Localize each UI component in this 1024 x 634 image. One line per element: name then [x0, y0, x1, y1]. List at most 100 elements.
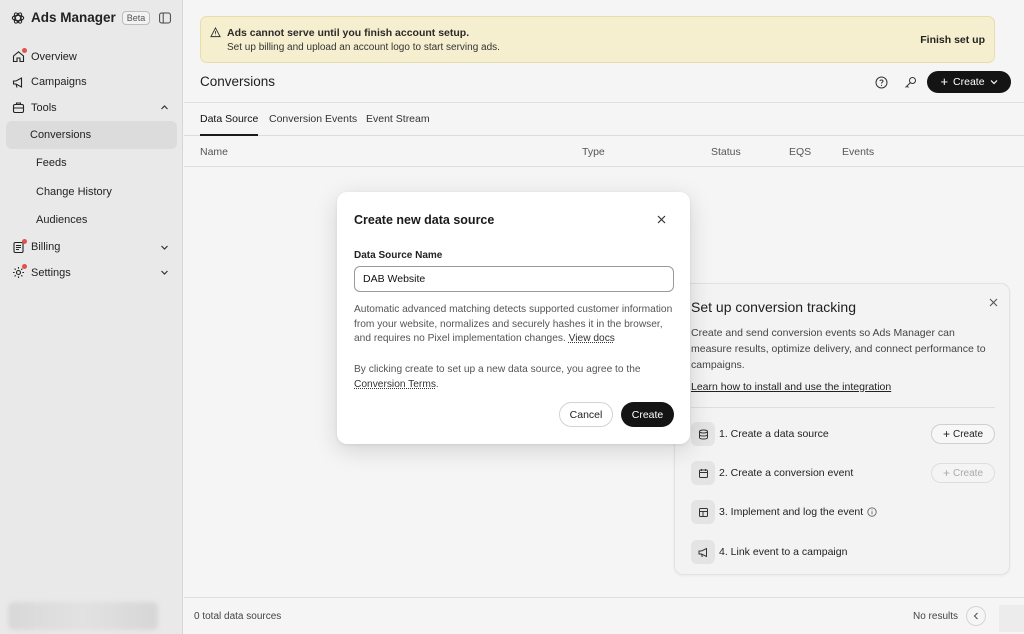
database-icon	[691, 422, 715, 446]
step-label: 4. Link event to a campaign	[719, 546, 848, 558]
brand-name: Ads Manager	[31, 10, 116, 25]
create-button[interactable]: Create	[621, 402, 674, 427]
tab-data-source[interactable]: Data Source	[200, 113, 259, 136]
table-footer: 0 total data sources No results	[184, 597, 1024, 634]
key-icon[interactable]	[904, 76, 917, 89]
sidebar-item-overview[interactable]: Overview	[0, 44, 183, 70]
briefcase-icon	[12, 101, 25, 114]
banner-subtitle: Set up billing and upload an account log…	[227, 42, 500, 53]
description-text: Automatic advanced matching detects supp…	[354, 304, 673, 344]
button-label: Create	[953, 467, 984, 479]
sidebar-item-label: Overview	[31, 50, 77, 63]
plus-icon: +	[942, 465, 950, 480]
next-page-button[interactable]	[999, 605, 1024, 632]
plus-icon: +	[940, 74, 949, 89]
account-switcher[interactable]	[8, 602, 158, 630]
info-icon[interactable]	[867, 507, 877, 517]
sidebar-toggle-icon[interactable]	[159, 12, 171, 24]
column-header-eqs[interactable]: EQS	[789, 146, 811, 158]
tab-conversion-events[interactable]: Conversion Events	[269, 113, 357, 125]
tracking-card-description: Create and send conversion events so Ads…	[691, 327, 986, 371]
brand[interactable]: Ads Manager Beta	[11, 10, 151, 25]
step-label: 1. Create a data source	[719, 428, 829, 440]
step-label: 3. Implement and log the event	[719, 506, 877, 518]
plus-icon: +	[942, 426, 950, 441]
help-icon[interactable]	[875, 76, 888, 89]
chevron-down-icon	[161, 270, 168, 275]
total-count: 0 total data sources	[194, 611, 282, 622]
integration-guide-link[interactable]: Learn how to install and use the integra…	[691, 381, 891, 393]
sidebar-item-label: Campaigns	[31, 76, 87, 89]
layout-icon	[691, 500, 715, 524]
terms-suffix: .	[435, 378, 439, 390]
column-header-name[interactable]: Name	[200, 146, 228, 158]
dialog-title: Create new data source	[354, 213, 495, 227]
step-implement-event: 3. Implement and log the event	[691, 499, 995, 525]
sidebar-item-label: Billing	[31, 241, 61, 254]
chevron-left-icon	[973, 612, 978, 620]
beta-badge: Beta	[121, 10, 151, 25]
sidebar-item-tools[interactable]: Tools	[0, 95, 183, 121]
create-data-source-button[interactable]: + Create	[931, 424, 995, 444]
column-header-events[interactable]: Events	[842, 146, 874, 158]
megaphone-icon	[691, 540, 715, 564]
create-label: Create	[953, 76, 985, 88]
megaphone-icon	[12, 76, 25, 89]
step-label-text: 3. Implement and log the event	[719, 506, 864, 518]
chevron-up-icon	[161, 105, 168, 110]
conversion-terms-link[interactable]: Conversion Terms	[354, 379, 436, 390]
step-create-conversion-event: 2. Create a conversion event + Create	[691, 460, 995, 486]
sidebar: Ads Manager Beta Overview Campaigns Tool…	[0, 0, 183, 634]
sidebar-item-label: Tools	[31, 101, 57, 114]
finish-setup-link[interactable]: Finish set up	[920, 34, 985, 46]
tracking-card-title: Set up conversion tracking	[691, 299, 856, 315]
close-icon[interactable]	[657, 215, 666, 224]
tab-event-stream[interactable]: Event Stream	[366, 113, 430, 125]
sidebar-subitem-audiences[interactable]: Audiences	[6, 206, 177, 235]
create-data-source-dialog: Create new data source Data Source Name …	[337, 192, 690, 444]
sidebar-item-billing[interactable]: Billing	[0, 235, 183, 261]
previous-page-button[interactable]	[966, 606, 986, 626]
button-label: Create	[953, 428, 984, 440]
sidebar-item-settings[interactable]: Settings	[0, 260, 183, 286]
gear-icon	[12, 264, 27, 279]
sidebar-nav: Overview Campaigns Tools Conversions Fee…	[0, 44, 183, 286]
divider	[691, 407, 995, 408]
step-label: 2. Create a conversion event	[719, 467, 854, 479]
column-header-type[interactable]: Type	[582, 146, 605, 158]
tab-bar: Data Source Conversion Events Event Stre…	[184, 102, 1024, 136]
sidebar-subitem-feeds[interactable]: Feeds	[6, 149, 177, 178]
results-status: No results	[913, 611, 959, 622]
sidebar-subitem-change-history[interactable]: Change History	[6, 178, 177, 207]
view-docs-link[interactable]: View docs	[569, 333, 615, 344]
notification-dot	[22, 264, 27, 270]
matching-description: Automatic advanced matching detects supp…	[354, 303, 676, 347]
chevron-down-icon	[161, 245, 168, 250]
cancel-button[interactable]: Cancel	[559, 402, 613, 427]
terms-notice: By clicking create to set up a new data …	[354, 363, 676, 392]
create-conversion-event-button[interactable]: + Create	[931, 463, 995, 483]
banner-title: Ads cannot serve until you finish accoun…	[227, 27, 470, 39]
chevron-down-icon	[990, 80, 997, 85]
home-icon	[12, 48, 27, 63]
logo-icon	[11, 11, 25, 24]
data-source-name-label: Data Source Name	[354, 250, 443, 261]
page-title: Conversions	[200, 74, 276, 89]
sidebar-subitem-conversions[interactable]: Conversions	[6, 120, 177, 149]
notification-dot	[22, 48, 27, 54]
setup-warning-banner: Ads cannot serve until you finish accoun…	[200, 16, 995, 63]
calendar-icon	[691, 461, 715, 485]
step-create-data-source: 1. Create a data source + Create	[691, 421, 995, 447]
sidebar-item-label: Settings	[31, 266, 71, 279]
data-source-name-input[interactable]	[354, 266, 674, 292]
close-icon[interactable]	[989, 298, 998, 307]
conversion-tracking-card: Set up conversion tracking Create and se…	[674, 283, 1010, 575]
table-header: Name Type Status EQS Events	[184, 137, 1024, 167]
terms-text: By clicking create to set up a new data …	[354, 364, 641, 375]
column-header-status[interactable]: Status	[711, 146, 741, 158]
create-dropdown-button[interactable]: + Create	[927, 71, 1011, 93]
sidebar-item-campaigns[interactable]: Campaigns	[0, 70, 183, 96]
step-link-campaign: 4. Link event to a campaign	[691, 539, 995, 565]
billing-icon	[12, 238, 27, 254]
notification-dot	[22, 238, 27, 244]
